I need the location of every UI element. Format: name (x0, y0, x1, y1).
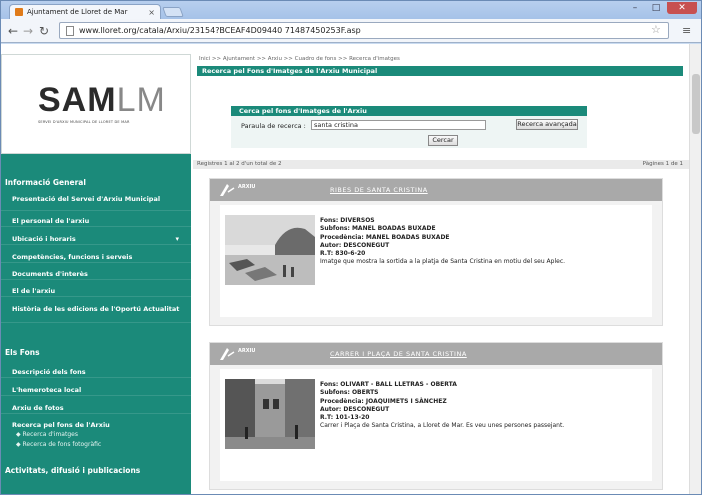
field-procedencia: Procedència: MANEL BOADAS BUXADE (320, 233, 450, 241)
address-bar[interactable]: www.lloret.org/catala/Arxiu/23154?BCEAF4… (59, 22, 669, 39)
sidebar-item-fotos[interactable]: Arxiu de fotos (1, 404, 191, 414)
sidebar-section-activitats[interactable]: Activitats, difusió i publicacions (1, 466, 191, 475)
photo-thumbnail[interactable] (225, 215, 315, 285)
sidebar-item-presentacio[interactable]: Presentació del Servei d'Arxiu Municipal (1, 195, 191, 211)
page-icon (66, 25, 74, 36)
sidebar-item-personal[interactable]: El personal de l'arxiu (1, 217, 191, 227)
advanced-search-button[interactable]: Recerca avançada (516, 119, 578, 130)
bookmark-star-icon[interactable]: ☆ (651, 23, 661, 36)
result-card-header: ARXIU CARRER I PLAÇA DE SANTA CRISTINA (210, 343, 662, 365)
search-button[interactable]: Cercar (428, 135, 458, 146)
field-ref: R.T: 101-13-20 (320, 414, 370, 422)
favicon-icon (15, 8, 23, 16)
arxiu-label: ARXIU (238, 184, 256, 190)
result-fields: Fons: OLIVART - BALL LLETRAS - OBERTA Su… (320, 381, 564, 431)
window-close-icon[interactable]: ✕ (667, 2, 697, 14)
sidebar-section-fons[interactable]: Els Fons (1, 348, 191, 357)
sidebar-subitem-fons-fotografic[interactable]: ◆ Recerca de fons fotogràfic (1, 441, 191, 448)
breadcrumb[interactable]: Inici >> Ajuntament >> Arxiu >> Cuadro d… (199, 56, 400, 62)
sidebar-subitem-label: Recerca de fons fotogràfic (22, 441, 102, 448)
tab-strip: Ajuntament de Lloret de Mar × – □ ✕ (1, 1, 701, 19)
search-input[interactable]: santa cristina (311, 120, 486, 130)
field-description: Carrer i Plaça de Santa Cristina, a Llor… (320, 422, 565, 430)
sidebar-subitem-label: Recerca d'imatges (22, 431, 78, 438)
logo-secondary: LM (116, 81, 166, 119)
photo-thumbnail[interactable] (225, 379, 315, 449)
tab-close-icon[interactable]: × (148, 8, 155, 17)
minimize-icon[interactable]: – (625, 2, 645, 14)
results-summary: Registres 1 al 2 d'un total de 2 (197, 161, 282, 167)
sidebar-subitem-imatges[interactable]: ◆ Recerca d'imatges (1, 431, 191, 438)
result-card-body: Fons: DIVERSOS Subfons: MANEL BOADAS BUX… (220, 205, 652, 317)
sidebar-item-documents[interactable]: Documents d'interès (1, 270, 191, 280)
result-card: ARXIU RIBES DE SANTA CRISTINA Fons: DIVE… (209, 178, 663, 326)
tab-title: Ajuntament de Lloret de Mar (27, 8, 128, 16)
field-subfons: Subfons: OBERTS (320, 389, 379, 397)
sidebar-item-hemeroteca[interactable]: L'hemeroteca local (1, 386, 191, 396)
sidebar: SAMLM SERVEI D'ARXIU MUNICIPAL DE LLORET… (1, 54, 191, 494)
search-heading: Cerca pel fons d'Imatges de l'Arxiu (231, 106, 587, 116)
main-content: Inici >> Ajuntament >> Arxiu >> Cuadro d… (191, 54, 689, 494)
field-autor: Autor: DESCONEGUT (320, 405, 390, 413)
sidebar-item-recerca[interactable]: Recerca pel fons de l'Arxiu (1, 421, 191, 431)
scroll-thumb[interactable] (692, 74, 700, 134)
result-card: ARXIU CARRER I PLAÇA DE SANTA CRISTINA F… (209, 342, 663, 490)
browser-toolbar: ← → ↻ www.lloret.org/catala/Arxiu/23154?… (1, 19, 701, 43)
logo-text: SAMLM (38, 81, 166, 120)
sidebar-item-label: Ubicació i horaris (12, 235, 76, 243)
page-title: Recerca pel Fons d'Imatges de l'Arxiu Mu… (197, 66, 683, 76)
maximize-icon[interactable]: □ (646, 2, 666, 14)
back-arrow-icon[interactable]: ← (8, 24, 18, 38)
field-ref: R.T: 830-6-20 (320, 250, 366, 258)
search-label: Paraula de recerca : (241, 122, 306, 130)
logo-subtitle: SERVEI D'ARXIU MUNICIPAL DE LLORET DE MA… (38, 120, 130, 124)
search-panel: Cerca pel fons d'Imatges de l'Arxiu Para… (231, 106, 587, 148)
browser-tab[interactable]: Ajuntament de Lloret de Mar × (9, 4, 161, 19)
sidebar-item-el-arxiu[interactable]: El de l'arxiu (1, 287, 191, 297)
menu-icon[interactable]: ≡ (682, 24, 691, 37)
field-autor: Autor: DESCONEGUT (320, 241, 390, 249)
url-text[interactable]: www.lloret.org/catala/Arxiu/23154?BCEAF4… (79, 26, 361, 35)
chevron-down-icon: ▾ (175, 235, 179, 243)
logo-main: SAM (38, 81, 117, 119)
sidebar-item-ubicacio[interactable]: Ubicació i horaris ▾ (1, 235, 191, 245)
pagination[interactable]: Pàgines 1 de 1 (643, 160, 683, 169)
results-bar: Registres 1 al 2 d'un total de 2 Pàgines… (193, 160, 689, 169)
result-title-link[interactable]: CARRER I PLAÇA DE SANTA CRISTINA (330, 350, 467, 358)
sidebar-item-historia[interactable]: Història de les edicions de l'Oportú Act… (1, 305, 191, 323)
result-card-body: Fons: OLIVART - BALL LLETRAS - OBERTA Su… (220, 369, 652, 481)
page-scrollbar[interactable] (689, 44, 701, 494)
new-tab-button[interactable] (162, 7, 184, 17)
reload-icon[interactable]: ↻ (39, 24, 49, 38)
sidebar-section-general[interactable]: Informació General (1, 178, 191, 187)
field-procedencia: Procedència: JOAQUIMETS I SÀNCHEZ (320, 397, 447, 405)
arxiu-logo-icon (220, 348, 235, 360)
field-fons: Fons: DIVERSOS (320, 217, 375, 224)
arxiu-logo-icon (220, 184, 235, 196)
forward-arrow-icon[interactable]: → (23, 24, 33, 38)
arxiu-label: ARXIU (238, 348, 256, 354)
field-description: Imatge que mostra la sortida a la platja… (320, 258, 566, 266)
result-card-header: ARXIU RIBES DE SANTA CRISTINA (210, 179, 662, 201)
page-viewport: SAMLM SERVEI D'ARXIU MUNICIPAL DE LLORET… (1, 44, 701, 494)
browser-window: Ajuntament de Lloret de Mar × – □ ✕ ← → … (0, 0, 702, 495)
result-title-link[interactable]: RIBES DE SANTA CRISTINA (330, 186, 428, 194)
result-fields: Fons: DIVERSOS Subfons: MANEL BOADAS BUX… (320, 217, 565, 267)
field-fons: Fons: OLIVART - BALL LLETRAS - OBERTA (320, 381, 457, 388)
field-subfons: Subfons: MANEL BOADAS BUXADE (320, 225, 436, 233)
sidebar-item-descripcio[interactable]: Descripció dels fons (1, 368, 191, 378)
sidebar-item-competencies[interactable]: Competències, funcions i serveis (1, 253, 191, 263)
logo[interactable]: SAMLM SERVEI D'ARXIU MUNICIPAL DE LLORET… (1, 54, 191, 154)
